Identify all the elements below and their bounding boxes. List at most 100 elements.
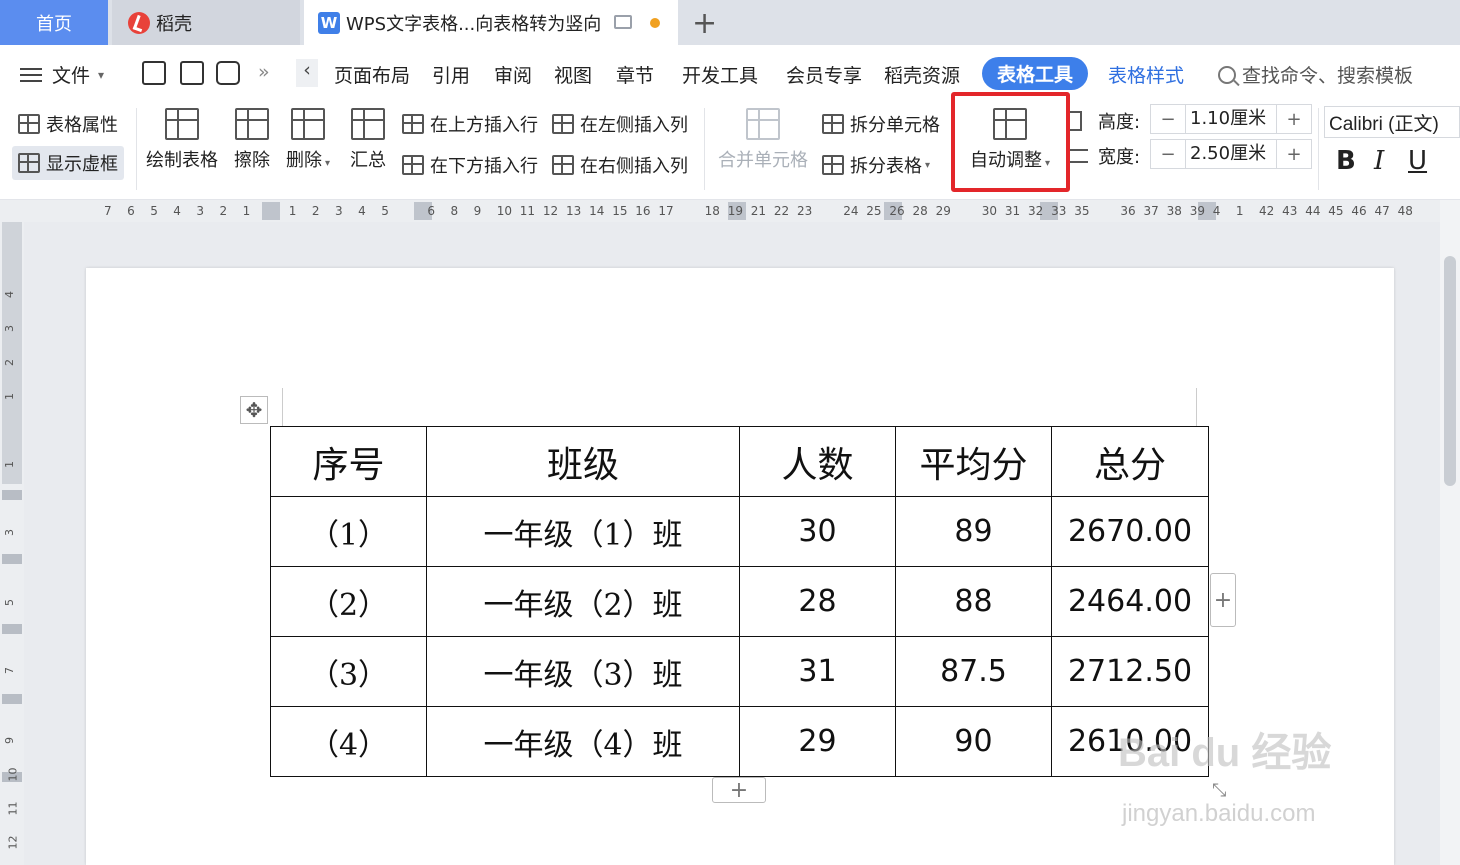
col-width-spinner[interactable]: − 2.50厘米 +: [1150, 139, 1312, 169]
header-cell[interactable]: 总分: [1051, 426, 1209, 497]
col-width-label: 宽度:: [1098, 147, 1141, 168]
menu-scroll-left-button[interactable]: ‹: [296, 59, 318, 87]
ruler-tick-label: 19: [727, 204, 743, 218]
ruler-tick-label: 43: [1282, 204, 1298, 218]
menu-review[interactable]: 审阅: [494, 61, 532, 88]
menu-table-style[interactable]: 表格样式: [1108, 61, 1184, 88]
horizontal-ruler[interactable]: 7 6 5 4 3 2 1 1 2 3 4 5 6 8 9 10 11 12 13 14 15 16 17 18 19 21 22 2…: [0, 200, 1440, 222]
merge-cells-button[interactable]: 合并单元格: [718, 108, 808, 172]
ruler-tick-label: 6: [127, 204, 135, 218]
table-cell[interactable]: 2670.00: [1051, 496, 1209, 567]
ruler-tick-label: 26: [889, 204, 905, 218]
insert-row-above-icon: [402, 114, 424, 134]
print-icon[interactable]: [216, 61, 240, 85]
table-cell[interactable]: 90: [895, 706, 1052, 777]
table-cell[interactable]: 30: [739, 496, 896, 567]
scrollbar-thumb[interactable]: [1444, 256, 1456, 486]
menu-references[interactable]: 引用: [432, 61, 470, 88]
table-row: （2） 一年级（2）班 28 88 2464.00: [270, 566, 1209, 637]
new-tab-button[interactable]: +: [692, 6, 717, 41]
header-cell[interactable]: 平均分: [895, 426, 1052, 497]
row-height-decrease[interactable]: −: [1151, 109, 1185, 130]
tab-daoke[interactable]: 稻壳: [112, 0, 300, 45]
file-menu[interactable]: 文件 ▾: [20, 61, 104, 88]
table-cell[interactable]: 一年级（3）班: [426, 636, 740, 707]
ruler-tick-label: 4: [358, 204, 366, 218]
insert-row-above-button[interactable]: 在上方插入行: [402, 111, 538, 137]
table-cell[interactable]: （2）: [270, 566, 427, 637]
row-height-spinner[interactable]: − 1.10厘米 +: [1150, 104, 1312, 134]
table-cell[interactable]: 88: [895, 566, 1052, 637]
split-cells-button[interactable]: 拆分单元格: [822, 111, 940, 137]
vertical-scrollbar[interactable]: [1440, 200, 1460, 865]
table-cell[interactable]: 一年级（1）班: [426, 496, 740, 567]
ruler-tick-label: 24: [843, 204, 859, 218]
menu-page-layout[interactable]: 页面布局: [334, 61, 410, 88]
delete-button[interactable]: 删除 ▾: [286, 108, 330, 172]
table-move-handle-icon[interactable]: ✥: [240, 396, 268, 424]
header-cell[interactable]: 班级: [426, 426, 740, 497]
ruler-marker: [2, 490, 22, 500]
insert-col-left-icon: [552, 114, 574, 134]
summary-button[interactable]: 汇总: [350, 108, 386, 172]
row-height-increase[interactable]: +: [1277, 109, 1311, 130]
ruler-tick-label: 3: [3, 325, 16, 332]
table-cell[interactable]: （1）: [270, 496, 427, 567]
export-icon[interactable]: [180, 61, 204, 85]
menu-view[interactable]: 视图: [554, 61, 592, 88]
save-icon[interactable]: [142, 61, 166, 85]
table-cell[interactable]: 一年级（2）班: [426, 566, 740, 637]
table-cell[interactable]: 一年级（4）班: [426, 706, 740, 777]
underline-button[interactable]: U: [1408, 146, 1427, 176]
italic-button[interactable]: I: [1374, 146, 1384, 176]
insert-row-below-button[interactable]: 在下方插入行: [402, 152, 538, 178]
menu-chapter[interactable]: 章节: [616, 61, 654, 88]
ruler-tick-label: 3: [196, 204, 205, 218]
tab-home[interactable]: 首页: [0, 0, 108, 45]
summary-icon: [351, 108, 385, 140]
table-cell[interactable]: 2464.00: [1051, 566, 1209, 637]
menu-table-tools[interactable]: 表格工具: [982, 57, 1088, 90]
table-cell[interactable]: 31: [739, 636, 896, 707]
col-width-increase[interactable]: +: [1277, 144, 1311, 165]
show-gridlines-button[interactable]: 显示虚框: [12, 146, 124, 180]
table-cell[interactable]: 2712.50: [1051, 636, 1209, 707]
more-quick-access-button[interactable]: »: [258, 61, 270, 83]
row-height-value[interactable]: 1.10厘米: [1185, 105, 1277, 133]
data-table[interactable]: 序号 班级 人数 平均分 总分 （1） 一年级（1）班 30 89 2670.0…: [270, 426, 1209, 777]
ruler-tick-label: 39: [1189, 204, 1205, 218]
command-search[interactable]: 查找命令、搜索模板: [1218, 61, 1413, 88]
header-cell[interactable]: 序号: [270, 426, 427, 497]
erase-button[interactable]: 擦除: [234, 108, 270, 172]
table-properties-button[interactable]: 表格属性: [18, 111, 118, 137]
table-cell[interactable]: 29: [739, 706, 896, 777]
add-row-button[interactable]: +: [712, 777, 766, 803]
font-family-select[interactable]: Calibri (正文): [1324, 106, 1460, 138]
monitor-icon[interactable]: [614, 15, 632, 29]
bold-button[interactable]: B: [1336, 146, 1356, 176]
ruler-tick-label: 1: [1235, 204, 1244, 218]
header-cell[interactable]: 人数: [739, 426, 896, 497]
col-width-value[interactable]: 2.50厘米: [1185, 140, 1277, 168]
table-cell[interactable]: （4）: [270, 706, 427, 777]
table-cell[interactable]: 28: [739, 566, 896, 637]
vertical-ruler[interactable]: 4 3 2 1 1 3 5 7 9 10 11 12: [0, 222, 24, 865]
col-width-decrease[interactable]: −: [1151, 144, 1185, 165]
insert-col-right-button[interactable]: 在右侧插入列: [552, 152, 688, 178]
table-row: （4） 一年级（4）班 29 90 2610.00: [270, 706, 1209, 777]
summary-label: 汇总: [350, 150, 386, 171]
menu-developer[interactable]: 开发工具: [682, 61, 758, 88]
table-cell[interactable]: 89: [895, 496, 1052, 567]
row-height-control: 高度:: [1068, 108, 1140, 134]
split-table-button[interactable]: 拆分表格 ▾: [822, 152, 930, 178]
menu-member[interactable]: 会员专享: [786, 61, 862, 88]
menu-daoke-resources[interactable]: 稻壳资源: [884, 61, 960, 88]
tab-document[interactable]: W WPS文字表格...向表格转为竖向: [304, 0, 678, 45]
ruler-indent-marker[interactable]: [262, 202, 280, 220]
insert-col-left-button[interactable]: 在左侧插入列: [552, 111, 688, 137]
draw-table-button[interactable]: 绘制表格: [146, 108, 218, 172]
add-column-button[interactable]: +: [1210, 573, 1236, 627]
table-cell[interactable]: 87.5: [895, 636, 1052, 707]
table-cell[interactable]: （3）: [270, 636, 427, 707]
ruler-tick-label: 5: [381, 204, 389, 218]
